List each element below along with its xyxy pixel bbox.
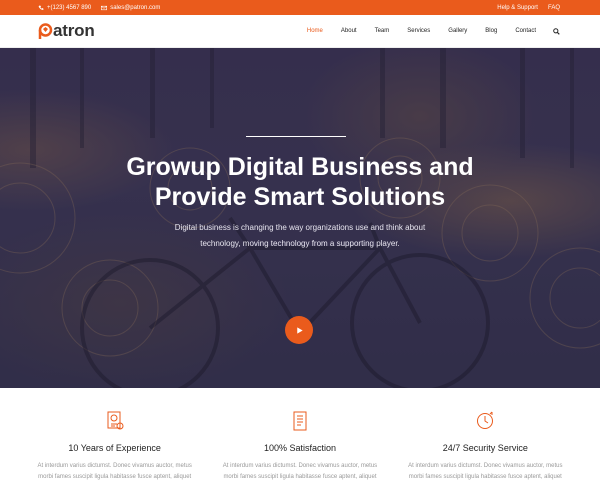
feature-text-line2: morbi fames suscipit ligula habitasse fu… bbox=[223, 474, 377, 480]
document-icon bbox=[293, 411, 307, 431]
faq-link[interactable]: FAQ bbox=[548, 5, 560, 11]
main-navigation: atron Home About Team Services Gallery B… bbox=[0, 15, 600, 48]
feature-text-line1: At interdum varius dictumst. Donec vivam… bbox=[37, 463, 192, 469]
search-icon[interactable] bbox=[545, 27, 560, 35]
logo[interactable]: atron bbox=[38, 21, 95, 41]
features-section: 10 Years of Experience At interdum variu… bbox=[0, 388, 600, 485]
email-contact[interactable]: sales@patron.com bbox=[101, 5, 160, 11]
feature-title: 10 Years of Experience bbox=[68, 443, 161, 453]
hero-divider bbox=[246, 136, 346, 137]
feature-item: 100% Satisfaction At interdum varius dic… bbox=[218, 388, 382, 485]
logo-text: atron bbox=[53, 21, 95, 40]
feature-text: At interdum varius dictumst. Donec vivam… bbox=[218, 461, 382, 483]
play-icon bbox=[296, 326, 303, 334]
phone-contact[interactable]: +(123) 4567 890 bbox=[38, 5, 91, 11]
feature-text-line2: morbi fames suscipit ligula habitasse fu… bbox=[38, 474, 192, 480]
feature-text: At interdum varius dictumst. Donec vivam… bbox=[403, 461, 567, 483]
hero-slider: Growup Digital Business and Provide Smar… bbox=[0, 48, 600, 388]
logo-mark-icon bbox=[38, 22, 53, 40]
feature-item: 24/7 Security Service At interdum varius… bbox=[403, 388, 567, 485]
email-address: sales@patron.com bbox=[110, 4, 161, 11]
menu: Home About Team Services Gallery Blog Co… bbox=[298, 27, 560, 35]
hero-title-line2: Provide Smart Solutions bbox=[154, 183, 446, 211]
nav-team[interactable]: Team bbox=[366, 28, 399, 34]
hero-text-line2: technology, moving technology from a sup… bbox=[200, 239, 400, 248]
hero-subtitle: Digital business is changing the way org… bbox=[170, 220, 430, 252]
nav-gallery[interactable]: Gallery bbox=[439, 28, 476, 34]
feature-text: At interdum varius dictumst. Donec vivam… bbox=[33, 461, 197, 483]
help-support-link[interactable]: Help & Support bbox=[497, 5, 538, 11]
nav-home[interactable]: Home bbox=[298, 28, 332, 34]
certificate-icon bbox=[107, 411, 124, 430]
nav-about[interactable]: About bbox=[332, 28, 366, 34]
feature-text-line1: At interdum varius dictumst. Donec vivam… bbox=[408, 463, 563, 469]
envelope-icon bbox=[101, 5, 108, 10]
feature-title: 100% Satisfaction bbox=[263, 443, 336, 453]
phone-number: +(123) 4567 890 bbox=[47, 4, 92, 11]
feature-item: 10 Years of Experience At interdum variu… bbox=[33, 388, 197, 485]
feature-title: 24/7 Security Service bbox=[442, 443, 528, 453]
clock-24-icon bbox=[477, 411, 494, 429]
hero-title: Growup Digital Business and Provide Smar… bbox=[0, 152, 600, 212]
top-bar: +(123) 4567 890 sales@patron.com Help & … bbox=[0, 0, 600, 15]
nav-services[interactable]: Services bbox=[398, 28, 439, 34]
phone-icon bbox=[38, 5, 44, 10]
hero-title-line1: Growup Digital Business and bbox=[126, 153, 474, 181]
hero-text-line1: Digital business is changing the way org… bbox=[174, 223, 426, 232]
nav-blog[interactable]: Blog bbox=[476, 28, 506, 34]
feature-text-line2: morbi fames suscipit ligula habitasse fu… bbox=[408, 474, 562, 480]
nav-contact[interactable]: Contact bbox=[506, 28, 545, 34]
feature-text-line1: At interdum varius dictumst. Donec vivam… bbox=[222, 463, 378, 469]
play-video-button[interactable] bbox=[285, 316, 313, 344]
